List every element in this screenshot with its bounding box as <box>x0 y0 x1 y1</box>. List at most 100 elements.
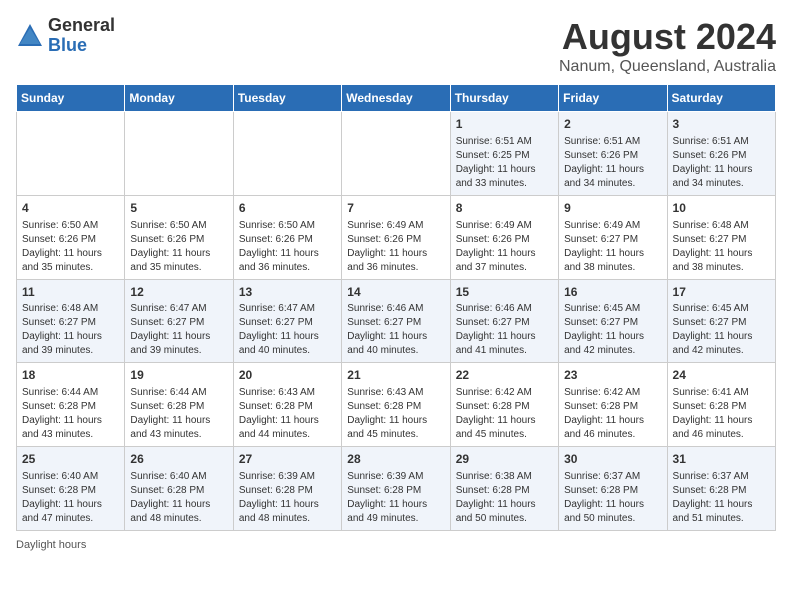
calendar-week-4: 18 Sunrise: 6:44 AM Sunset: 6:28 PM Dayli… <box>17 363 776 447</box>
calendar-cell: 20Sunrise: 6:43 AM Sunset: 6:28 PM Dayli… <box>233 363 341 447</box>
day-number: 9 <box>564 200 661 217</box>
day-info: Sunrise: 6:44 AM Sunset: 6:28 PM Dayligh… <box>22 386 119 442</box>
calendar-cell: 28 Sunrise: 6:39 AM Sunset: 6:28 PM Dayli… <box>342 447 450 531</box>
calendar-cell: 11Sunrise: 6:48 AM Sunset: 6:27 PM Dayli… <box>17 279 125 363</box>
page-header: General Blue August 2024 Nanum, Queensla… <box>16 16 776 76</box>
day-info: Sunrise: 6:49 AM Sunset: 6:27 PM Dayligh… <box>564 219 661 275</box>
day-number: 11 <box>22 284 119 301</box>
calendar-cell: 21Sunrise: 6:43 AM Sunset: 6:28 PM Dayli… <box>342 363 450 447</box>
day-info: Sunrise: 6:40 AM Sunset: 6:28 PM Dayligh… <box>22 470 119 526</box>
day-info: Sunrise: 6:46 AM Sunset: 6:27 PM Dayligh… <box>347 302 444 358</box>
day-info: Sunrise: 6:45 AM Sunset: 6:27 PM Dayligh… <box>564 302 661 358</box>
day-info: Sunrise: 6:47 AM Sunset: 6:27 PM Dayligh… <box>239 302 336 358</box>
calendar-week-2: 4 Sunrise: 6:50 AM Sunset: 6:26 PM Daylig… <box>17 195 776 279</box>
calendar-cell: 1 Sunrise: 6:51 AM Sunset: 6:25 PM Daylig… <box>450 112 558 196</box>
day-number: 12 <box>130 284 227 301</box>
day-number: 25 <box>22 451 119 468</box>
day-info: Sunrise: 6:41 AM Sunset: 6:28 PM Dayligh… <box>673 386 770 442</box>
day-info: Sunrise: 6:42 AM Sunset: 6:28 PM Dayligh… <box>456 386 553 442</box>
calendar-cell: 9 Sunrise: 6:49 AM Sunset: 6:27 PM Daylig… <box>559 195 667 279</box>
calendar-cell: 22Sunrise: 6:42 AM Sunset: 6:28 PM Dayli… <box>450 363 558 447</box>
logo-blue-text: Blue <box>48 36 115 56</box>
calendar-cell: 31 Sunrise: 6:37 AM Sunset: 6:28 PM Dayli… <box>667 447 775 531</box>
calendar-cell: 14Sunrise: 6:46 AM Sunset: 6:27 PM Dayli… <box>342 279 450 363</box>
day-number: 23 <box>564 367 661 384</box>
day-info: Sunrise: 6:39 AM Sunset: 6:28 PM Dayligh… <box>347 470 444 526</box>
day-number: 15 <box>456 284 553 301</box>
day-number: 19 <box>130 367 227 384</box>
day-info: Sunrise: 6:37 AM Sunset: 6:28 PM Dayligh… <box>564 470 661 526</box>
weekday-header-saturday: Saturday <box>667 85 775 112</box>
day-number: 16 <box>564 284 661 301</box>
day-number: 29 <box>456 451 553 468</box>
day-number: 17 <box>673 284 770 301</box>
day-number: 3 <box>673 116 770 133</box>
day-number: 26 <box>130 451 227 468</box>
calendar-cell: 15Sunrise: 6:46 AM Sunset: 6:27 PM Dayli… <box>450 279 558 363</box>
day-info: Sunrise: 6:46 AM Sunset: 6:27 PM Dayligh… <box>456 302 553 358</box>
calendar-cell: 5 Sunrise: 6:50 AM Sunset: 6:26 PM Daylig… <box>125 195 233 279</box>
day-number: 31 <box>673 451 770 468</box>
calendar-cell: 6 Sunrise: 6:50 AM Sunset: 6:26 PM Daylig… <box>233 195 341 279</box>
calendar-cell <box>233 112 341 196</box>
calendar-cell: 7Sunrise: 6:49 AM Sunset: 6:26 PM Daylig… <box>342 195 450 279</box>
day-info: Sunrise: 6:50 AM Sunset: 6:26 PM Dayligh… <box>130 219 227 275</box>
logo-icon <box>16 22 44 50</box>
calendar-cell <box>342 112 450 196</box>
legend: Daylight hours <box>16 539 776 551</box>
day-info: Sunrise: 6:51 AM Sunset: 6:25 PM Dayligh… <box>456 135 553 191</box>
calendar-week-1: 1 Sunrise: 6:51 AM Sunset: 6:25 PM Daylig… <box>17 112 776 196</box>
calendar-table: SundayMondayTuesdayWednesdayThursdayFrid… <box>16 84 776 531</box>
calendar-cell: 13Sunrise: 6:47 AM Sunset: 6:27 PM Dayli… <box>233 279 341 363</box>
day-info: Sunrise: 6:50 AM Sunset: 6:26 PM Dayligh… <box>22 219 119 275</box>
day-number: 18 <box>22 367 119 384</box>
weekday-header-friday: Friday <box>559 85 667 112</box>
day-number: 28 <box>347 451 444 468</box>
calendar-cell: 24 Sunrise: 6:41 AM Sunset: 6:28 PM Dayli… <box>667 363 775 447</box>
day-info: Sunrise: 6:48 AM Sunset: 6:27 PM Dayligh… <box>22 302 119 358</box>
day-info: Sunrise: 6:51 AM Sunset: 6:26 PM Dayligh… <box>673 135 770 191</box>
day-info: Sunrise: 6:43 AM Sunset: 6:28 PM Dayligh… <box>239 386 336 442</box>
weekday-header-wednesday: Wednesday <box>342 85 450 112</box>
day-number: 4 <box>22 200 119 217</box>
day-number: 27 <box>239 451 336 468</box>
calendar-cell <box>17 112 125 196</box>
calendar-cell: 30 Sunrise: 6:37 AM Sunset: 6:28 PM Dayli… <box>559 447 667 531</box>
day-number: 5 <box>130 200 227 217</box>
day-info: Sunrise: 6:38 AM Sunset: 6:28 PM Dayligh… <box>456 470 553 526</box>
calendar-cell: 19 Sunrise: 6:44 AM Sunset: 6:28 PM Dayli… <box>125 363 233 447</box>
location-title: Nanum, Queensland, Australia <box>559 58 776 76</box>
day-number: 2 <box>564 116 661 133</box>
day-number: 6 <box>239 200 336 217</box>
calendar-cell: 16Sunrise: 6:45 AM Sunset: 6:27 PM Dayli… <box>559 279 667 363</box>
calendar-cell: 29 Sunrise: 6:38 AM Sunset: 6:28 PM Dayli… <box>450 447 558 531</box>
calendar-week-3: 11Sunrise: 6:48 AM Sunset: 6:27 PM Dayli… <box>17 279 776 363</box>
calendar-cell: 18 Sunrise: 6:44 AM Sunset: 6:28 PM Dayli… <box>17 363 125 447</box>
logo: General Blue <box>16 16 115 56</box>
weekday-header-sunday: Sunday <box>17 85 125 112</box>
weekday-header-thursday: Thursday <box>450 85 558 112</box>
day-info: Sunrise: 6:40 AM Sunset: 6:28 PM Dayligh… <box>130 470 227 526</box>
day-info: Sunrise: 6:51 AM Sunset: 6:26 PM Dayligh… <box>564 135 661 191</box>
day-number: 1 <box>456 116 553 133</box>
calendar-cell: 17Sunrise: 6:45 AM Sunset: 6:27 PM Dayli… <box>667 279 775 363</box>
day-info: Sunrise: 6:44 AM Sunset: 6:28 PM Dayligh… <box>130 386 227 442</box>
day-info: Sunrise: 6:50 AM Sunset: 6:26 PM Dayligh… <box>239 219 336 275</box>
calendar-cell: 3 Sunrise: 6:51 AM Sunset: 6:26 PM Daylig… <box>667 112 775 196</box>
day-number: 30 <box>564 451 661 468</box>
calendar-cell: 2 Sunrise: 6:51 AM Sunset: 6:26 PM Daylig… <box>559 112 667 196</box>
day-number: 21 <box>347 367 444 384</box>
calendar-cell: 4 Sunrise: 6:50 AM Sunset: 6:26 PM Daylig… <box>17 195 125 279</box>
calendar-cell <box>125 112 233 196</box>
weekday-header-tuesday: Tuesday <box>233 85 341 112</box>
calendar-cell: 23Sunrise: 6:42 AM Sunset: 6:28 PM Dayli… <box>559 363 667 447</box>
day-info: Sunrise: 6:37 AM Sunset: 6:28 PM Dayligh… <box>673 470 770 526</box>
calendar-cell: 12Sunrise: 6:47 AM Sunset: 6:27 PM Dayli… <box>125 279 233 363</box>
weekday-header-row: SundayMondayTuesdayWednesdayThursdayFrid… <box>17 85 776 112</box>
day-number: 13 <box>239 284 336 301</box>
calendar-cell: 10Sunrise: 6:48 AM Sunset: 6:27 PM Dayli… <box>667 195 775 279</box>
title-block: August 2024 Nanum, Queensland, Australia <box>559 16 776 76</box>
day-info: Sunrise: 6:45 AM Sunset: 6:27 PM Dayligh… <box>673 302 770 358</box>
calendar-cell: 8Sunrise: 6:49 AM Sunset: 6:26 PM Daylig… <box>450 195 558 279</box>
day-number: 24 <box>673 367 770 384</box>
